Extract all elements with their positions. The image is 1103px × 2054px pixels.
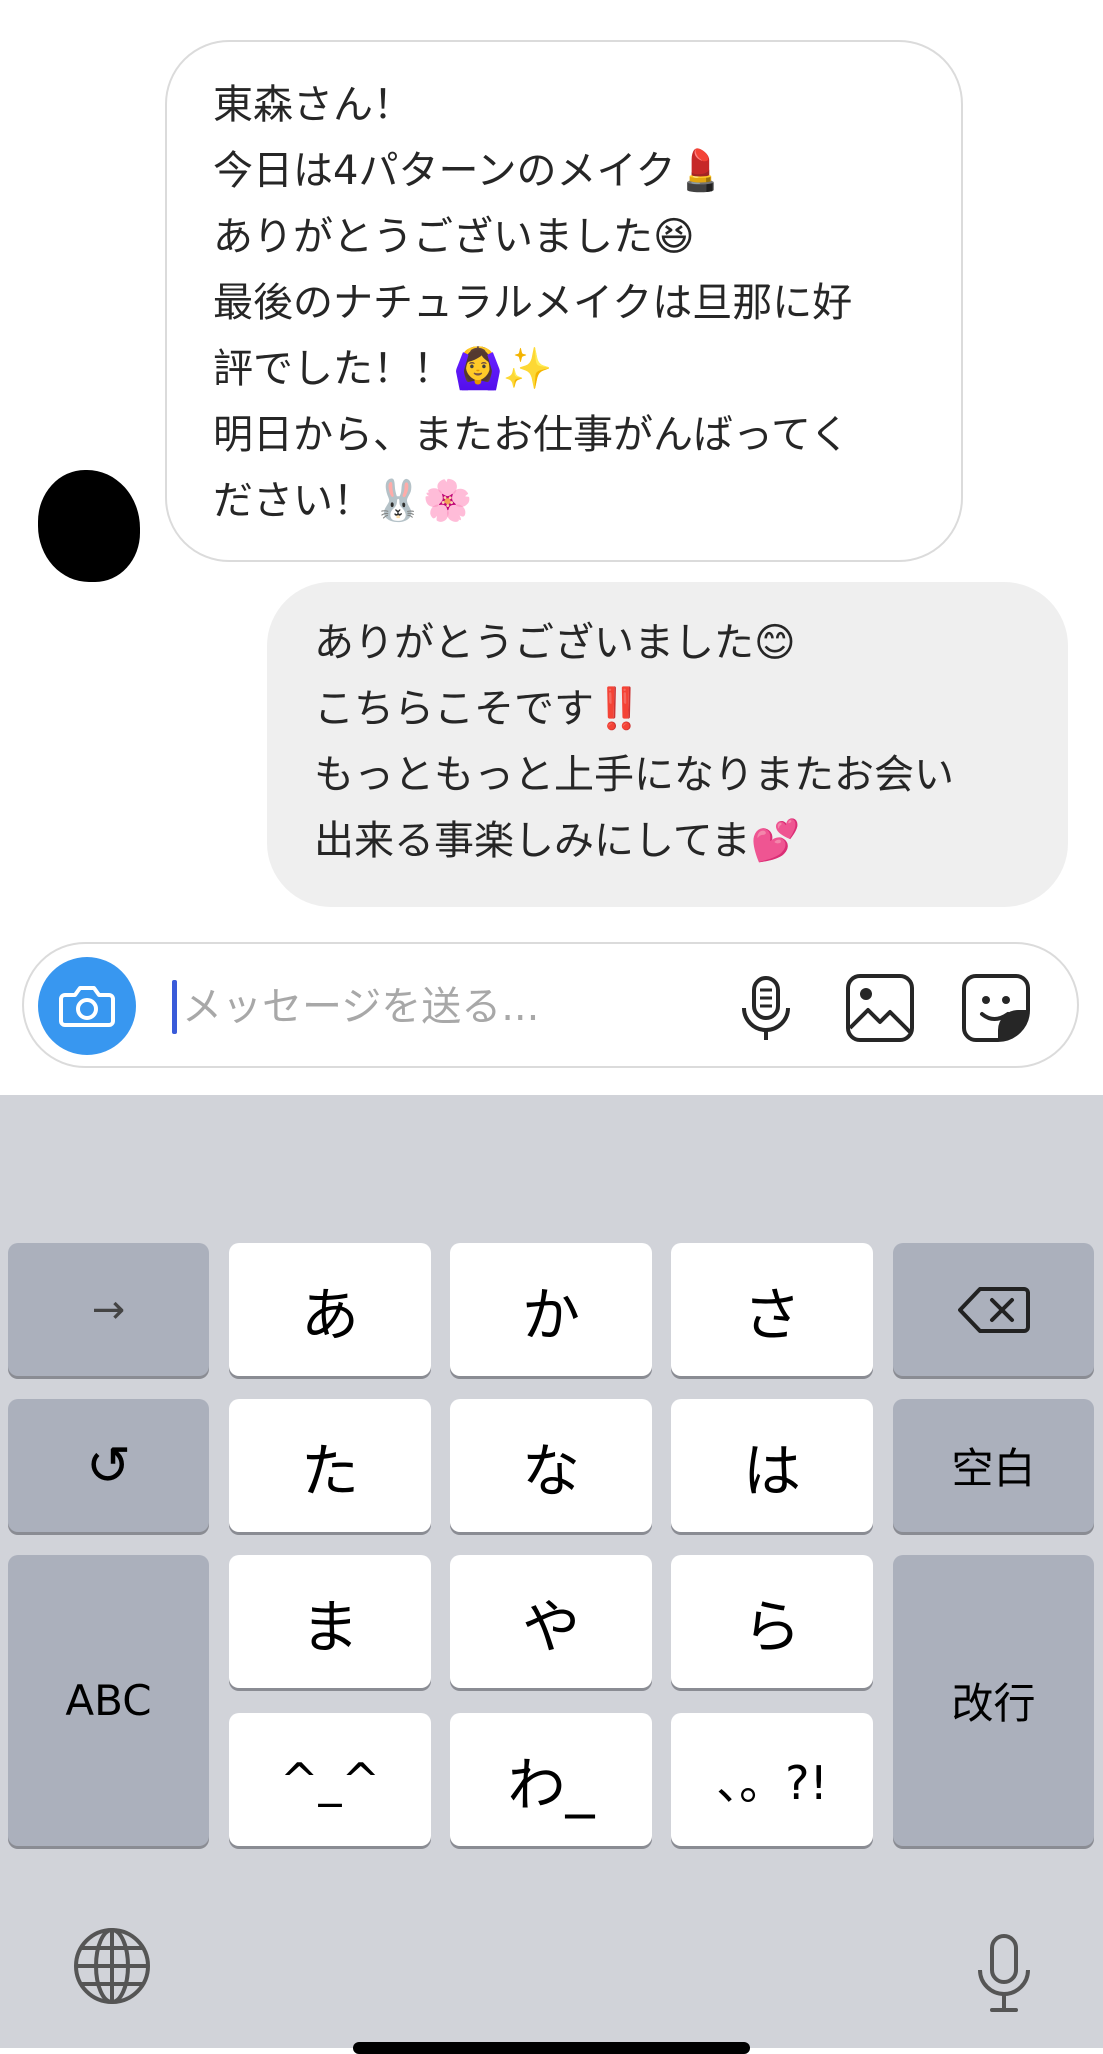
key-ra[interactable]: ら [671, 1555, 873, 1688]
key-delete[interactable] [893, 1243, 1094, 1376]
outgoing-message-bubble[interactable]: ありがとうございました😊 こちらこそです‼️ もっともっと上手になりまたお会い … [267, 582, 1068, 907]
key-ma[interactable]: ま [229, 1555, 431, 1688]
key-return[interactable]: 改行 [893, 1555, 1094, 1846]
photo-gallery-icon[interactable] [844, 972, 916, 1044]
key-ta[interactable]: た [229, 1399, 431, 1532]
home-indicator [353, 2042, 750, 2054]
microphone-icon[interactable] [972, 1932, 1036, 2016]
contact-avatar[interactable] [38, 470, 140, 582]
key-sa[interactable]: さ [671, 1243, 873, 1376]
sticker-icon[interactable] [960, 972, 1032, 1044]
message-line: ありがとうございました😊 [314, 620, 796, 666]
message-composer [22, 942, 1079, 1068]
message-line: 今日は4パターンのメイク💄 [213, 148, 726, 194]
message-line: 評でした！！🙆‍♀️✨ [213, 346, 553, 392]
chat-thread: 東森さん！ 今日は4パターンのメイク💄 ありがとうございました😆 最後のナチュラ… [0, 0, 1103, 1095]
japanese-keyboard: → あ か さ ↺ た な は 空白 ABC ま や ら 改行 ^_^ わ_ 、… [0, 1095, 1103, 2048]
key-wa[interactable]: わ_ [450, 1713, 652, 1846]
message-line: ださい！🐰🌸 [213, 478, 473, 524]
message-line: 明日から、またお仕事がんばってく [213, 412, 850, 458]
microphone-icon[interactable] [730, 972, 802, 1044]
key-kaomoji[interactable]: ^_^ [229, 1713, 431, 1846]
key-ha[interactable]: は [671, 1399, 873, 1532]
key-space[interactable]: 空白 [893, 1399, 1094, 1532]
text-cursor [172, 980, 177, 1034]
camera-icon [59, 986, 115, 1027]
message-line: ありがとうございました😆 [213, 214, 695, 260]
key-a[interactable]: あ [229, 1243, 431, 1376]
key-ka[interactable]: か [450, 1243, 652, 1376]
message-line: 最後のナチュラルメイクは旦那に好 [213, 280, 853, 326]
incoming-message-bubble[interactable]: 東森さん！ 今日は4パターンのメイク💄 ありがとうございました😆 最後のナチュラ… [165, 40, 963, 562]
key-next-arrow[interactable]: → [8, 1243, 209, 1376]
camera-button[interactable] [38, 957, 136, 1055]
message-line: 東森さん！ [213, 82, 413, 128]
key-punctuation[interactable]: 、。?! [671, 1713, 873, 1846]
message-input[interactable] [182, 974, 722, 1040]
key-abc[interactable]: ABC [8, 1555, 209, 1846]
key-ya[interactable]: や [450, 1555, 652, 1688]
key-na[interactable]: な [450, 1399, 652, 1532]
globe-icon[interactable] [72, 1926, 152, 2006]
message-line: こちらこそです‼️ [314, 686, 644, 732]
backspace-icon [957, 1286, 1030, 1333]
message-line: 出来る事楽しみにしてま💕 [314, 818, 801, 864]
message-line: もっともっと上手になりまたお会い [314, 752, 954, 798]
key-undo[interactable]: ↺ [8, 1399, 209, 1532]
